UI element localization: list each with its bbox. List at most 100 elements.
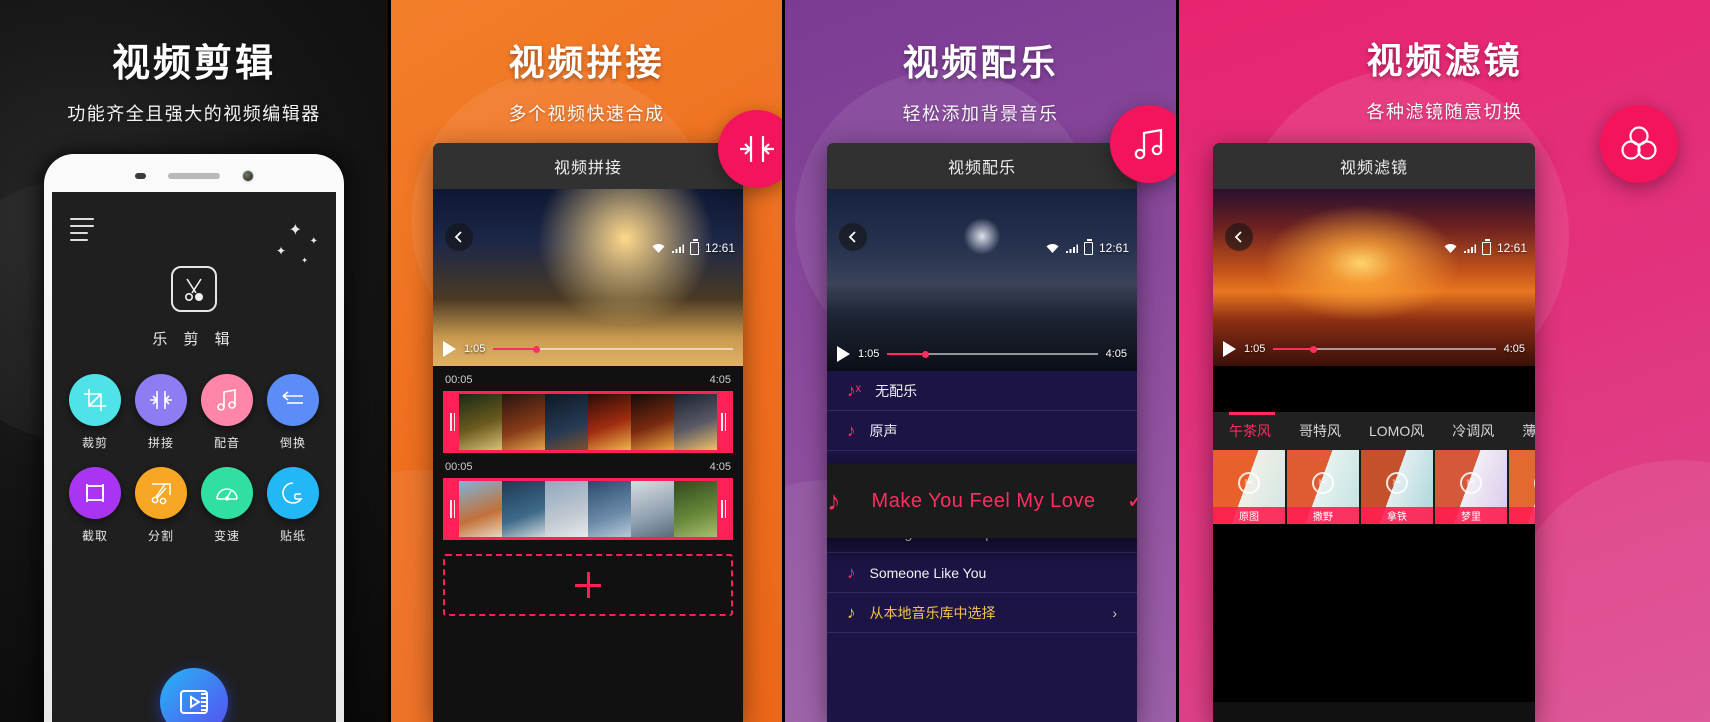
- play-icon[interactable]: [1223, 341, 1236, 357]
- seek-bar[interactable]: [493, 345, 733, 353]
- play-icon[interactable]: [443, 341, 456, 357]
- filter-tab-1[interactable]: 哥特风: [1299, 421, 1341, 441]
- track-name: 无配乐: [875, 382, 918, 399]
- track-row-no-music[interactable]: ♪ˣ 无配乐: [827, 371, 1137, 411]
- clip-start-label: 00:05: [445, 374, 473, 386]
- filter-name: 原图: [1213, 507, 1285, 524]
- filter-thumb-1[interactable]: ✂ 撒野: [1287, 450, 1361, 524]
- clip-end-label: 4:05: [709, 374, 731, 386]
- trim-handle-left[interactable]: [446, 481, 459, 537]
- filter-tab-0[interactable]: 午茶风: [1229, 421, 1271, 441]
- tool-speed[interactable]: 变速: [194, 467, 260, 544]
- tool-label: 拼接: [147, 436, 174, 450]
- panel-1-subtitle: 功能齐全且强大的视频编辑器: [67, 104, 321, 124]
- filter-thumb-4[interactable]: ✂ 阿宝: [1509, 450, 1535, 524]
- tool-dub[interactable]: 配音: [194, 374, 260, 451]
- player-controls-2[interactable]: 1:05: [433, 332, 743, 366]
- my-videos-button[interactable]: [160, 668, 228, 722]
- filter-name: 梦里: [1435, 507, 1507, 524]
- panel-video-merge: 视频拼接 多个视频快速合成 视频拼接 12:61 1:05 00:05 4:05…: [388, 0, 782, 722]
- tool-trim[interactable]: 截取: [62, 467, 128, 544]
- music-track-list: ♪ˣ 无配乐 ♪ 原声 ♪ Rolling In The Deep ♪ Some…: [827, 371, 1137, 722]
- menu-icon[interactable]: [70, 218, 94, 246]
- back-icon[interactable]: [445, 223, 473, 251]
- tool-split[interactable]: 分割: [128, 467, 194, 544]
- filter-thumb-2[interactable]: ✂ 拿铁: [1361, 450, 1435, 524]
- sparkle-icon: ✦: [309, 236, 318, 247]
- play-icon[interactable]: [837, 346, 850, 362]
- tool-label: 截取: [81, 529, 108, 543]
- trim-handle-right[interactable]: [717, 394, 730, 450]
- sparkle-icon: ✦: [275, 244, 286, 258]
- filter-thumb-0[interactable]: ✂ 原图: [1213, 450, 1287, 524]
- battery-icon: [1083, 239, 1093, 255]
- tool-crop[interactable]: 裁剪: [62, 374, 128, 451]
- frame-icon: [69, 467, 121, 519]
- filter-tab-2[interactable]: LOMO风: [1369, 421, 1424, 441]
- music-note-icon: ♪: [827, 485, 841, 516]
- filter-fab-badge[interactable]: [1600, 105, 1678, 183]
- music-note-icon: ♪: [847, 563, 856, 582]
- track-row-someone[interactable]: ♪ Someone Like You: [827, 553, 1137, 593]
- filter-thumbnail-row[interactable]: ✂ 原图 ✂ 撒野 ✂ 拿铁 ✂ 梦里: [1213, 450, 1535, 524]
- phone-3-title: 视频配乐: [827, 143, 1137, 189]
- scissors-badge-icon: ✂: [1386, 471, 1408, 494]
- phone-device-2: 视频拼接 12:61 1:05 00:05 4:05 00:05 4:05: [433, 143, 743, 722]
- filter-tabs[interactable]: 午茶风 哥特风 LOMO风 冷调风 薄暮风 夜色风: [1213, 412, 1535, 450]
- tool-label: 分割: [147, 529, 174, 543]
- tool-reverse[interactable]: 倒换: [260, 374, 326, 451]
- track-name: 从本地音乐库中选择: [869, 604, 996, 621]
- scissors-badge-icon: ✂: [1460, 471, 1482, 494]
- trim-handle-right[interactable]: [717, 481, 730, 537]
- phone-4-title: 视频滤镜: [1213, 143, 1535, 189]
- tool-sticker[interactable]: 贴纸: [260, 467, 326, 544]
- wifi-icon: [652, 243, 665, 253]
- seek-bar[interactable]: [1273, 345, 1496, 353]
- crop-icon: [69, 374, 121, 426]
- video-preview-3[interactable]: 12:61 1:05 4:05: [827, 189, 1137, 371]
- phone-2-title: 视频拼接: [433, 143, 743, 189]
- track-row-local-library[interactable]: ♪ 从本地音乐库中选择 ›: [827, 593, 1137, 633]
- filter-tab-3[interactable]: 冷调风: [1452, 421, 1494, 441]
- split-scissors-icon: [135, 467, 187, 519]
- track-name: 原声: [869, 422, 898, 439]
- player-controls-3[interactable]: 1:05 4:05: [827, 337, 1137, 371]
- player-controls-4[interactable]: 1:05 4:05: [1213, 332, 1535, 366]
- back-icon[interactable]: [1225, 223, 1253, 251]
- proximity-sensor-icon: [134, 173, 146, 179]
- sticker-icon: [267, 467, 319, 519]
- check-icon: ✓: [1127, 488, 1137, 514]
- add-clip-button[interactable]: [443, 554, 733, 616]
- clock-label: 12:61: [1496, 241, 1527, 255]
- plus-icon: [575, 572, 601, 598]
- track-row-original[interactable]: ♪ 原声: [827, 411, 1137, 451]
- total-time-label: 4:05: [1105, 348, 1127, 360]
- filter-tab-4[interactable]: 薄暮风: [1522, 421, 1535, 441]
- wifi-icon: [1046, 243, 1059, 253]
- status-bar-2: 12:61: [652, 239, 735, 255]
- preview-letterbox: [1213, 366, 1535, 412]
- phone-earpiece-row: [44, 164, 344, 188]
- video-preview-4[interactable]: 12:61 1:05 4:05: [1213, 189, 1535, 366]
- clip-2-strip[interactable]: [443, 478, 733, 540]
- selected-track-popup[interactable]: ♪ Make You Feel My Love ✓: [827, 464, 1137, 538]
- chevron-right-icon: ›: [1112, 604, 1117, 621]
- video-preview-2[interactable]: 12:61 1:05: [433, 189, 743, 366]
- seek-bar[interactable]: [887, 350, 1098, 358]
- clip-1-strip[interactable]: [443, 391, 733, 453]
- battery-icon: [689, 239, 699, 255]
- trim-handle-left[interactable]: [446, 394, 459, 450]
- phone-device-4: 视频滤镜 12:61 1:05 4:05 午茶风 哥特风 LOMO风 冷调风 薄…: [1213, 143, 1535, 722]
- filter-thumb-3[interactable]: ✂ 梦里: [1435, 450, 1509, 524]
- status-bar-3: 12:61: [1046, 239, 1129, 255]
- filter-name: 阿宝: [1509, 507, 1535, 524]
- clip-end-label: 4:05: [709, 461, 731, 473]
- music-note-off-icon: ♪ˣ: [847, 381, 862, 400]
- scissors-badge-icon: ✂: [1312, 471, 1334, 494]
- tool-label: 裁剪: [81, 436, 108, 450]
- back-icon[interactable]: [839, 223, 867, 251]
- battery-icon: [1481, 239, 1491, 255]
- tool-merge[interactable]: 拼接: [128, 374, 194, 451]
- music-note-icon: [201, 374, 253, 426]
- sparkle-icon: ✦: [301, 256, 308, 265]
